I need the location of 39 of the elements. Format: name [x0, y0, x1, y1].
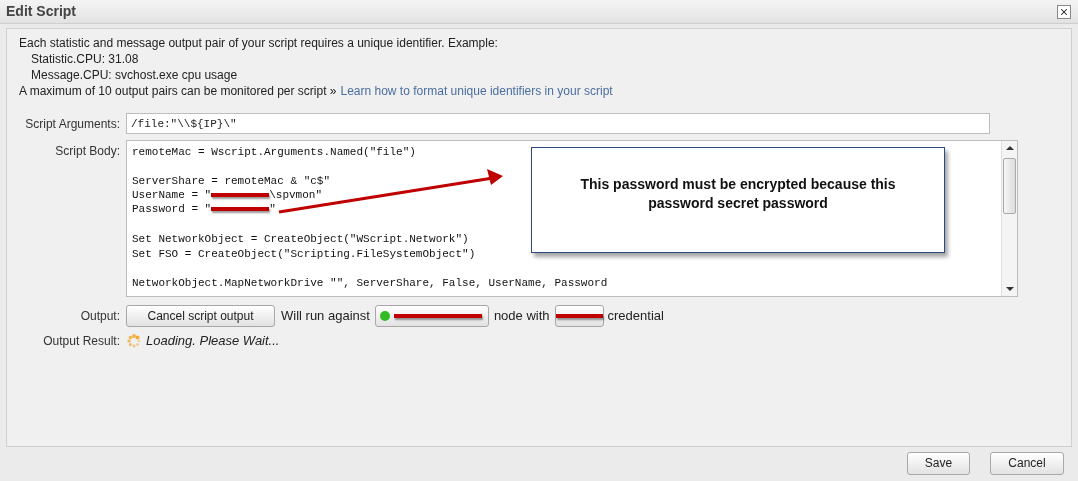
credential-text: credential: [607, 307, 664, 326]
code-text: Password = ": [132, 202, 212, 217]
scroll-thumb[interactable]: [1003, 158, 1016, 214]
script-body-field[interactable]: [126, 140, 1018, 297]
scrollbar[interactable]: [1001, 141, 1017, 296]
field-label: Output:: [79, 308, 121, 325]
code-line: remoteMac = Wscript.Arguments.Named("file"): [132, 145, 416, 159]
run-text: Will run against: [281, 307, 370, 326]
window-title: Edit Script: [6, 2, 76, 21]
save-button[interactable]: Save: [907, 451, 970, 475]
code-line: NetworkObject.MapNetworkDrive "", ServerShare, False, UserName, Password: [132, 275, 608, 289]
scroll-down-icon[interactable]: [1005, 287, 1014, 291]
credential-button[interactable]: [554, 305, 604, 327]
node-text: node with: [493, 307, 550, 326]
field-label: Script Arguments:: [24, 115, 121, 133]
node-button[interactable]: [374, 305, 489, 327]
redaction-mark: [211, 192, 270, 197]
redaction-mark: [211, 207, 270, 212]
code-text: UserName = ": [132, 187, 212, 203]
code-line: ServerShare = remoteMac & "c$": [132, 174, 331, 188]
intro-text: Each statistic and message output pair of your script requires a unique identifier. Example:: [19, 35, 499, 51]
field-label: Script Body:: [54, 143, 121, 160]
example-text: Message.CPU: svchost.exe cpu usage: [30, 67, 239, 83]
cancel-button[interactable]: Cancel: [990, 451, 1064, 475]
spinner-icon: [127, 333, 141, 348]
loading-text: Loading. Please Wait...: [146, 332, 280, 350]
help-link[interactable]: Learn how to format unique identifiers in your script: [340, 83, 613, 99]
code-line: Set FSO = CreateObject("Scripting.FileSystemObject"): [132, 246, 476, 260]
script-arguments-field[interactable]: /file:"\\${IP}\": [126, 113, 990, 134]
code-line: Set NetworkObject = CreateObject("WScript.Network"): [132, 232, 469, 246]
example-text: Statistic.CPU: 31.08: [30, 51, 140, 67]
code-text: ": [269, 202, 276, 217]
field-label: Output Result:: [42, 332, 121, 350]
cancel-output-button[interactable]: Cancel script output: [126, 305, 275, 327]
code-text: \spvmon": [269, 187, 323, 203]
scroll-up-icon[interactable]: [1005, 146, 1014, 150]
limit-text: A maximum of 10 output pairs can be monitored per script »: [19, 83, 337, 99]
callout-text: This password must be encrypted because this password secret password: [579, 175, 897, 213]
redaction-mark: [555, 314, 603, 318]
